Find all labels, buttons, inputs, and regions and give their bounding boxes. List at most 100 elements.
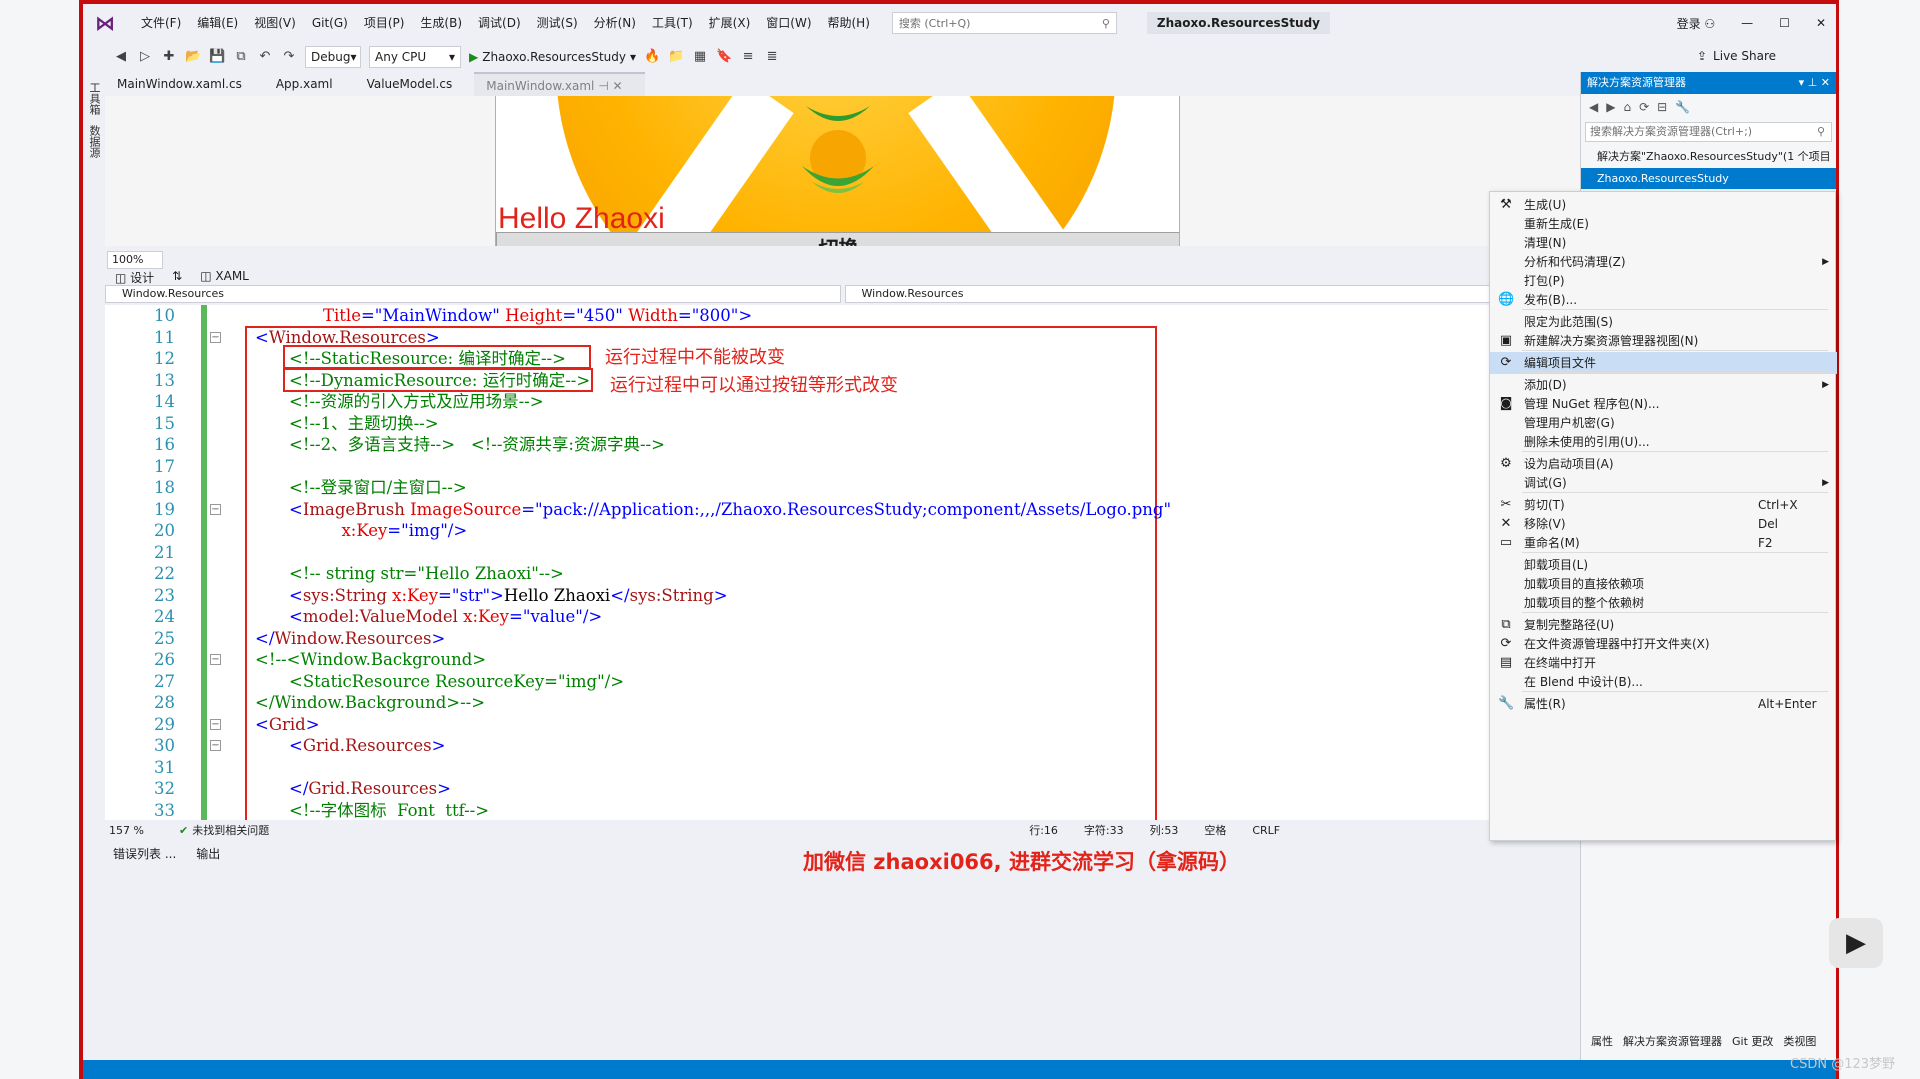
doc-tab[interactable]: MainWindow.xaml.cs	[105, 72, 264, 96]
toolbox-tab[interactable]: 工具箱	[86, 82, 102, 115]
doc-tab[interactable]: ValueModel.cs	[355, 72, 475, 96]
close-tab-icon[interactable]: ⊣ ✕	[594, 79, 622, 93]
menu-separator	[1522, 309, 1828, 310]
sync-icon[interactable]: ⟳	[1639, 100, 1649, 114]
vs-logo-icon[interactable]: ⋈	[95, 12, 123, 34]
back-icon[interactable]: ◀	[1589, 100, 1598, 114]
save-icon[interactable]: 💾	[209, 49, 225, 65]
context-menu-item[interactable]: 删除未使用的引用(U)...	[1490, 431, 1837, 453]
error-list-tab[interactable]: 错误列表 ...	[113, 845, 176, 862]
maximize-button[interactable]: ☐	[1779, 16, 1790, 30]
fold-toggle-icon[interactable]: −	[210, 654, 221, 665]
design-tab[interactable]: ◫ 设计	[115, 269, 154, 286]
video-play-icon[interactable]: ▶	[1829, 918, 1883, 968]
redo-icon[interactable]: ↷	[281, 49, 297, 65]
design-canvas[interactable]: Hello Zhaoxi 切换	[495, 96, 1180, 246]
solution-node[interactable]: 解决方案"Zhaoxo.ResourcesStudy"(1 个项目	[1581, 144, 1836, 168]
line-number: 14	[154, 392, 175, 411]
context-menu-item[interactable]: 调试(G) ▶	[1490, 472, 1837, 494]
promo-banner: 加微信 zhaoxi066, 进群交流学习（拿源码）	[803, 850, 1240, 874]
code-line: 26− <!--<Window.Background>	[105, 649, 1580, 671]
line-number: 24	[154, 607, 175, 626]
browse-icon[interactable]: ▦	[692, 49, 708, 65]
undo-icon[interactable]: ↶	[257, 49, 273, 65]
context-menu-item[interactable]: 加载项目的整个依赖树	[1490, 592, 1837, 614]
project-node[interactable]: Zhaoxo.ResourcesStudy	[1581, 168, 1836, 189]
line-number: 11	[154, 327, 175, 347]
search-input[interactable]: 搜索 (Ctrl+Q) ⚲	[891, 12, 1117, 34]
menu-separator	[1522, 350, 1828, 351]
collapse-icon[interactable]: ⊟	[1657, 100, 1667, 114]
minimize-button[interactable]: —	[1741, 16, 1753, 30]
menu-separator	[1522, 612, 1828, 613]
context-menu-item[interactable]: 在 Blend 中设计(B)...	[1490, 671, 1837, 693]
menu-separator	[1522, 552, 1828, 553]
open-icon[interactable]: 📂	[185, 49, 201, 65]
fold-toggle-icon[interactable]: −	[210, 503, 221, 515]
editor-zoom[interactable]: 157 %	[109, 824, 165, 837]
hot-reload-icon[interactable]: 🔥	[644, 49, 660, 65]
menu-item[interactable]: 项目(P)	[356, 4, 413, 42]
context-menu-item[interactable]: 🔧 属性(R) Alt+Enter	[1490, 693, 1837, 715]
doc-tab[interactable]: App.xaml	[264, 72, 355, 96]
platform-select[interactable]: Any CPU ▾	[369, 46, 461, 68]
wrench-icon[interactable]: 🔧	[1675, 100, 1690, 114]
live-share-button[interactable]: ⇪ Live Share	[1697, 49, 1776, 63]
code-editor[interactable]: 运行过程中不能被改变 运行过程中可以通过按钮等形式改变 10 Title="Mai…	[105, 305, 1580, 820]
menu-item[interactable]: Git(G)	[304, 4, 356, 42]
output-tab[interactable]: 输出	[196, 845, 220, 862]
nav-right-select[interactable]: Window.Resources	[844, 285, 1580, 303]
context-menu-item[interactable]: 🌐 发布(B)...	[1490, 289, 1837, 311]
close-button[interactable]: ✕	[1816, 16, 1826, 30]
fold-toggle-icon[interactable]: −	[210, 740, 221, 751]
swap-icon[interactable]: ⇅	[172, 269, 182, 286]
line-number: 31	[154, 757, 175, 777]
fold-toggle-icon[interactable]: −	[210, 718, 221, 730]
fold-toggle-icon[interactable]: −	[210, 331, 221, 343]
menu-item[interactable]: 分析(N)	[586, 4, 644, 42]
class-view-tab[interactable]: 类视图	[1783, 1033, 1816, 1049]
context-menu-item[interactable]: ▣ 新建解决方案资源管理器视图(N)	[1490, 330, 1837, 352]
designer-zoom-select[interactable]: 100%	[107, 251, 163, 269]
forward-icon[interactable]: ▶	[1606, 100, 1615, 114]
menu-item[interactable]: 工具(T)	[644, 4, 701, 42]
bookmark-icon[interactable]: 🔖	[716, 49, 732, 65]
menu-item[interactable]: 帮助(H)	[820, 4, 878, 42]
menu-item[interactable]: 文件(F)	[133, 4, 189, 42]
switch-button[interactable]: 切换	[496, 232, 1179, 246]
doc-tab[interactable]: MainWindow.xaml ⊣ ✕	[474, 72, 645, 96]
forward-icon[interactable]: ▷	[137, 49, 153, 65]
solution-explorer-tab[interactable]: 解决方案资源管理器	[1623, 1033, 1722, 1049]
menu-separator	[1522, 691, 1828, 692]
back-icon[interactable]: ◀	[113, 49, 129, 65]
xaml-tab[interactable]: ◫ XAML	[200, 269, 249, 286]
start-debug-button[interactable]: ▶ Zhaoxo.ResourcesStudy ▾	[469, 50, 636, 64]
panel-controls[interactable]: ▾ ⊥ ✕	[1799, 72, 1830, 94]
menu-item[interactable]: 测试(S)	[529, 4, 586, 42]
chevron-down-icon: ▾	[630, 50, 637, 64]
folder-icon[interactable]: 📁	[668, 49, 684, 65]
data-source-tab[interactable]: 数据源	[86, 125, 102, 158]
context-menu-item[interactable]: ⟳ 编辑项目文件	[1490, 352, 1837, 374]
solution-search-input[interactable]: 搜索解决方案资源管理器(Ctrl+;) ⚲	[1585, 122, 1832, 142]
search-icon: ⚲	[1816, 125, 1825, 138]
menu-item[interactable]: 调试(D)	[470, 4, 529, 42]
menu-item[interactable]: 视图(V)	[246, 4, 304, 42]
login-link[interactable]: 登录 ⚇	[1677, 15, 1716, 32]
new-project-icon[interactable]: ✚	[161, 49, 177, 65]
uncomment-icon[interactable]: ≣	[764, 49, 780, 65]
menu-item[interactable]: 生成(B)	[412, 4, 470, 42]
save-all-icon[interactable]: ⧉	[233, 49, 249, 65]
menu-item[interactable]: 编辑(E)	[189, 4, 246, 42]
properties-tab[interactable]: 属性	[1591, 1033, 1613, 1049]
context-menu-item[interactable]: ▭ 重命名(M) F2	[1490, 532, 1837, 554]
menu-item[interactable]: 窗口(W)	[758, 4, 819, 42]
issues-status[interactable]: 未找到相关问题	[192, 822, 269, 838]
config-select[interactable]: Debug ▾	[305, 46, 361, 68]
home-icon[interactable]: ⌂	[1623, 100, 1631, 114]
nav-left-select[interactable]: Window.Resources	[105, 285, 841, 303]
git-changes-tab[interactable]: Git 更改	[1732, 1033, 1773, 1049]
code-line: 33 <!--字体图标 Font ttf-->	[105, 800, 1580, 821]
comment-icon[interactable]: ≡	[740, 49, 756, 65]
menu-item[interactable]: 扩展(X)	[701, 4, 759, 42]
